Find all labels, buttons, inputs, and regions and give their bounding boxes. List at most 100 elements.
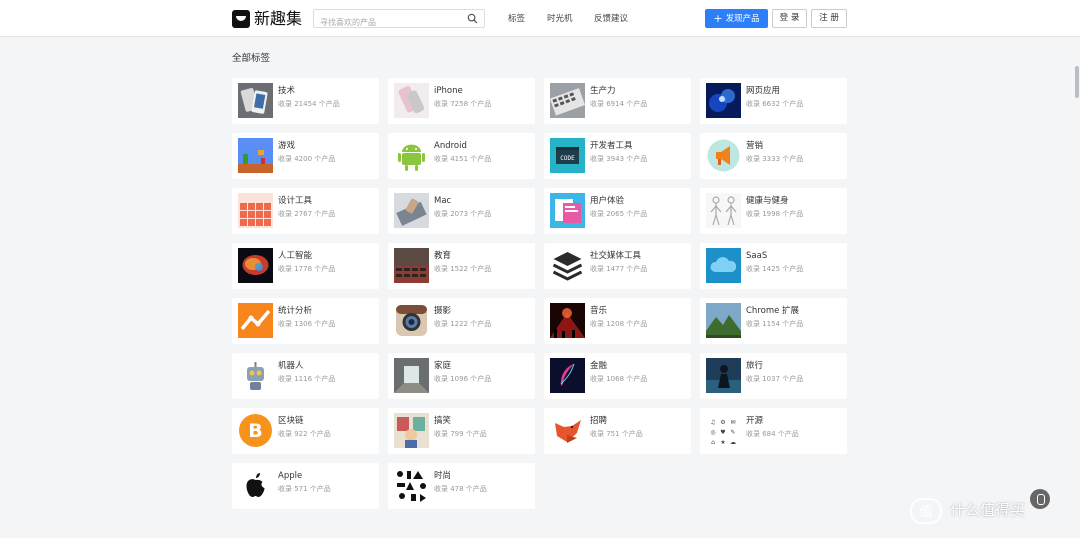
tag-count: 收录 1522 个产品 (434, 265, 492, 273)
tag-name: Chrome 扩展 (746, 306, 800, 316)
feedback-float-button[interactable] (1030, 489, 1050, 509)
tag-card[interactable]: 搞笑 收录 799 个产品 (388, 408, 535, 454)
tag-name: 时尚 (434, 471, 452, 481)
tag-card[interactable]: 统计分析 收录 1306 个产品 (232, 298, 379, 344)
tag-name: 开源 (746, 416, 764, 426)
tag-count: 收录 571 个产品 (278, 485, 331, 493)
tag-card[interactable]: B 区块链 收录 922 个产品 (232, 408, 379, 454)
tag-name: 家庭 (434, 361, 452, 371)
tag-name: 设计工具 (278, 196, 313, 206)
code-icon: CODE (550, 138, 585, 173)
tag-card[interactable]: 家庭收录 1096 个产品 (388, 353, 535, 399)
tag-card[interactable]: 健康与健身 收录 1998 个产品 (700, 188, 847, 234)
robot-icon (238, 358, 273, 393)
tag-name: 统计分析 (278, 306, 313, 316)
tag-name: 音乐 (590, 306, 608, 316)
tag-card[interactable]: Mac 收录 2073 个产品 (388, 188, 535, 234)
tag-name: 营销 (746, 141, 764, 151)
brand-name[interactable]: 新趣集 (254, 8, 302, 30)
tag-name: SaaS (746, 251, 768, 261)
svg-text:☁: ☁ (730, 439, 736, 446)
svg-text:★: ★ (720, 439, 725, 446)
tag-card[interactable]: CODE 开发者工具 收录 3943 个产品 (544, 133, 691, 179)
tag-count: 收录 1096 个产品 (434, 375, 492, 383)
watermark-text: 什么值得买 (950, 500, 1025, 520)
tag-card[interactable]: 教育 收录 1522 个产品 (388, 243, 535, 289)
tag-name: 机器人 (278, 361, 304, 371)
tag-card[interactable]: 游戏收录 4200 个产品 (232, 133, 379, 179)
tag-count: 收录 2767 个产品 (278, 210, 336, 218)
tag-card[interactable]: 生产力 收录 6914 个产品 (544, 78, 691, 124)
feather-icon (550, 358, 585, 393)
search-icon[interactable] (467, 13, 478, 24)
laptop-photo (394, 193, 429, 228)
nav-time-machine[interactable]: 时光机 (547, 13, 573, 25)
tag-name: iPhone (434, 86, 463, 96)
tag-count: 收录 7258 个产品 (434, 100, 492, 108)
tag-card[interactable]: 营销收录 3333 个产品 (700, 133, 847, 179)
megaphone-icon (706, 138, 741, 173)
tag-name: 人工智能 (278, 251, 313, 261)
search-input[interactable] (314, 14, 464, 31)
tag-count: 收录 1477 个产品 (590, 265, 648, 273)
signup-button[interactable]: 注 册 (811, 9, 847, 28)
tag-card[interactable]: Chrome 扩展 收录 1154 个产品 (700, 298, 847, 344)
tag-name: 招聘 (590, 416, 608, 426)
logo-icon[interactable] (232, 10, 250, 28)
tag-card[interactable]: 金融 收录 1068 个产品 (544, 353, 691, 399)
tag-name: 摄影 (434, 306, 452, 316)
svg-text:⚙: ⚙ (720, 419, 725, 426)
tag-card[interactable]: 社交媒体工具 收录 1477 个产品 (544, 243, 691, 289)
tag-card[interactable]: 摄影收录 1222 个产品 (388, 298, 535, 344)
svg-text:值: 值 (919, 504, 932, 520)
tag-card[interactable]: ♫ ⚙ ✉ ◎ ♥ ✎ ⌂ ★ ☁ 开源 收录 684 个产品 (700, 408, 847, 454)
tag-card[interactable]: Android 收录 4151 个产品 (388, 133, 535, 179)
tag-name: Apple (278, 471, 303, 481)
svg-text:✉: ✉ (730, 419, 735, 426)
instagram-camera-icon (394, 303, 429, 338)
tag-card[interactable]: 设计工具收录 2767 个产品 (232, 188, 379, 234)
publish-button[interactable]: + 发现产品 (705, 9, 768, 28)
lecture-hall-photo (394, 248, 429, 283)
tag-name: 游戏 (278, 141, 296, 151)
tag-card[interactable]: 网页应用收录 6632 个产品 (700, 78, 847, 124)
tag-name: 区块链 (278, 416, 304, 426)
watermark-logo-icon: 值 (910, 498, 942, 524)
tag-card[interactable]: Apple 收录 571 个产品 (232, 463, 379, 509)
tag-count: 收录 1222 个产品 (434, 320, 492, 328)
tag-count: 收录 3333 个产品 (746, 155, 804, 163)
svg-text:⌂: ⌂ (711, 439, 715, 446)
pixel-game-photo (238, 138, 273, 173)
section-title: 全部标签 (232, 53, 271, 64)
nav-tags[interactable]: 标签 (508, 13, 525, 25)
tag-name: 技术 (278, 86, 296, 96)
tag-card[interactable]: iPhone 收录 7258 个产品 (388, 78, 535, 124)
tag-card[interactable]: 技术 收录 21454 个产品 (232, 78, 379, 124)
bitcoin-icon: B (238, 413, 273, 448)
tag-card[interactable]: 时尚 收录 478 个产品 (388, 463, 535, 509)
cloud-icon (706, 248, 741, 283)
tag-name: 生产力 (590, 86, 616, 96)
apple-logo-icon (238, 468, 273, 503)
tag-count: 收录 6632 个产品 (746, 100, 804, 108)
tag-card[interactable]: 招聘 收录 751 个产品 (544, 408, 691, 454)
tag-name: 旅行 (746, 361, 764, 371)
page-scrollbar[interactable] (1075, 66, 1079, 98)
tag-card[interactable]: SaaS 收录 1425 个产品 (700, 243, 847, 289)
tag-count: 收录 1998 个产品 (746, 210, 804, 218)
svg-text:B: B (248, 420, 262, 442)
tag-count: 收录 4200 个产品 (278, 155, 336, 163)
tag-card[interactable]: 用户体验 收录 2065 个产品 (544, 188, 691, 234)
symbols-icon: ♫ ⚙ ✉ ◎ ♥ ✎ ⌂ ★ ☁ (706, 413, 741, 448)
login-button[interactable]: 登 录 (772, 9, 807, 28)
tag-card[interactable]: 音乐 收录 1208 个产品 (544, 298, 691, 344)
svg-text:♥: ♥ (720, 429, 725, 436)
tag-card[interactable]: 旅行 收录 1037 个产品 (700, 353, 847, 399)
tag-name: 网页应用 (746, 86, 781, 96)
tag-count: 收录 2073 个产品 (434, 210, 492, 218)
tag-card[interactable]: 人工智能 收录 1778 个产品 (232, 243, 379, 289)
traveler-photo (706, 358, 741, 393)
tag-card[interactable]: 机器人 收录 1116 个产品 (232, 353, 379, 399)
nav-feedback[interactable]: 反馈建议 (594, 13, 628, 25)
blue-particles-photo (706, 83, 741, 118)
